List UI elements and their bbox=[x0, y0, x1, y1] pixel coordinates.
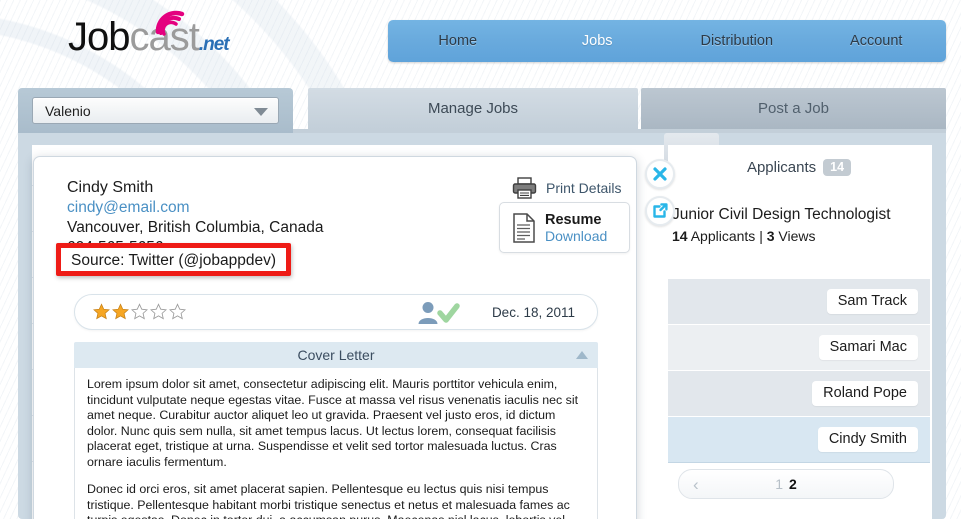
app-root: Jobcast.net Home Jobs Distribution Accou… bbox=[0, 0, 961, 519]
tab-post-a-job[interactable]: Post a Job bbox=[641, 88, 946, 129]
job-stats-separator: | bbox=[759, 228, 763, 244]
job-stats-views-count: 3 bbox=[766, 228, 775, 244]
applicant-row-sam-track[interactable]: Sam Track bbox=[668, 279, 930, 325]
applicants-header: Applicants 14 bbox=[668, 145, 930, 190]
close-modal-button[interactable] bbox=[645, 159, 675, 189]
nav-item-home[interactable]: Home bbox=[388, 33, 528, 49]
job-stats: 14 Applicants | 3 Views bbox=[672, 228, 930, 244]
applicant-name: Roland Pope bbox=[812, 381, 918, 406]
chevron-up-icon[interactable] bbox=[576, 351, 588, 359]
applicants-count-badge: 14 bbox=[823, 158, 852, 177]
applicants-list: Sam Track Samari Mac Roland Pope Cindy S… bbox=[668, 279, 930, 463]
wifi-signal-icon bbox=[155, 10, 185, 36]
company-select-value: Valenio bbox=[45, 102, 91, 119]
star-filled-icon bbox=[93, 303, 110, 320]
cover-letter-paragraph: Lorem ipsum dolor sit amet, consectetur … bbox=[87, 377, 579, 469]
star-rating[interactable] bbox=[93, 303, 186, 320]
jobcast-logo[interactable]: Jobcast.net bbox=[68, 10, 230, 68]
job-stats-applicant-count: 14 bbox=[672, 228, 688, 244]
application-date: Dec. 18, 2011 bbox=[491, 305, 575, 320]
logo-tld: .net bbox=[198, 34, 230, 55]
close-icon bbox=[653, 167, 667, 181]
print-details-button[interactable]: Print Details bbox=[512, 177, 621, 199]
resume-download-label: Download bbox=[545, 227, 608, 244]
applicants-panel: Applicants 14 Junior Civil Design Techno… bbox=[668, 145, 930, 519]
applicant-row-cindy-smith[interactable]: Cindy Smith bbox=[668, 417, 930, 463]
person-check-icon[interactable] bbox=[415, 300, 461, 326]
applicant-row-samari-mac[interactable]: Samari Mac bbox=[668, 325, 930, 371]
printer-icon bbox=[512, 177, 537, 199]
resume-label: Resume bbox=[545, 211, 602, 228]
star-filled-icon bbox=[112, 303, 129, 320]
main-navigation: Home Jobs Distribution Account bbox=[388, 20, 946, 62]
applicants-pagination: ‹ 1 2 bbox=[678, 469, 894, 499]
job-stats-applicant-word: Applicants bbox=[690, 228, 756, 244]
cover-letter-paragraph: Donec id orci eros, sit amet placerat sa… bbox=[87, 482, 570, 519]
job-summary: Junior Civil Design Technologist 14 Appl… bbox=[672, 205, 930, 244]
applicant-name: Samari Mac bbox=[818, 335, 918, 360]
job-stats-views-word: Views bbox=[778, 228, 816, 244]
tab-manage-jobs[interactable]: Manage Jobs bbox=[308, 88, 638, 129]
job-title: Junior Civil Design Technologist bbox=[672, 206, 891, 223]
resume-download-button[interactable]: Resume Download bbox=[499, 202, 630, 253]
applicant-name: Sam Track bbox=[826, 289, 918, 314]
applicant-row-roland-pope[interactable]: Roland Pope bbox=[668, 371, 930, 417]
popout-modal-button[interactable] bbox=[645, 196, 675, 226]
candidate-detail-modal: Cindy Smith cindy@email.com Vancouver, B… bbox=[33, 156, 637, 519]
cover-letter-header[interactable]: Cover Letter bbox=[74, 342, 598, 368]
star-empty-icon bbox=[131, 303, 148, 320]
tab-strip: Valenio Manage Jobs Post a Job bbox=[18, 88, 946, 133]
page-link-2[interactable]: 2 bbox=[789, 476, 797, 492]
nav-item-distribution[interactable]: Distribution bbox=[667, 33, 807, 49]
star-empty-icon bbox=[150, 303, 167, 320]
document-icon bbox=[513, 212, 535, 243]
nav-item-jobs[interactable]: Jobs bbox=[528, 33, 668, 49]
rating-bar: Dec. 18, 2011 bbox=[74, 294, 598, 330]
popout-icon bbox=[653, 203, 668, 218]
cover-letter-body: Lorem ipsum dolor sit amet, consectetur … bbox=[74, 368, 598, 519]
candidate-email[interactable]: cindy@email.com bbox=[67, 199, 190, 217]
nav-item-account[interactable]: Account bbox=[807, 33, 947, 49]
applicants-header-label: Applicants bbox=[746, 159, 817, 176]
annotation-source-text: Source: Twitter (@jobappdev) bbox=[71, 252, 276, 269]
page-link-1[interactable]: 1 bbox=[775, 476, 783, 492]
print-details-label: Print Details bbox=[546, 180, 622, 196]
candidate-location: Vancouver, British Columbia, Canada bbox=[67, 219, 324, 236]
applicant-name: Cindy Smith bbox=[817, 427, 918, 452]
chevron-down-icon bbox=[254, 108, 268, 116]
star-empty-icon bbox=[169, 303, 186, 320]
annotation-highlight-box: Source: Twitter (@jobappdev) bbox=[56, 243, 291, 276]
cover-letter-title: Cover Letter bbox=[297, 347, 375, 363]
page-header: Jobcast.net Home Jobs Distribution Accou… bbox=[0, 0, 961, 88]
logo-wordmark: Jobcast.net bbox=[68, 14, 230, 68]
company-select-container: Valenio bbox=[18, 88, 293, 133]
candidate-name: Cindy Smith bbox=[67, 179, 154, 196]
chevron-left-icon[interactable]: ‹ bbox=[693, 476, 699, 493]
logo-job: Job bbox=[68, 15, 130, 59]
company-select[interactable]: Valenio bbox=[32, 97, 279, 124]
